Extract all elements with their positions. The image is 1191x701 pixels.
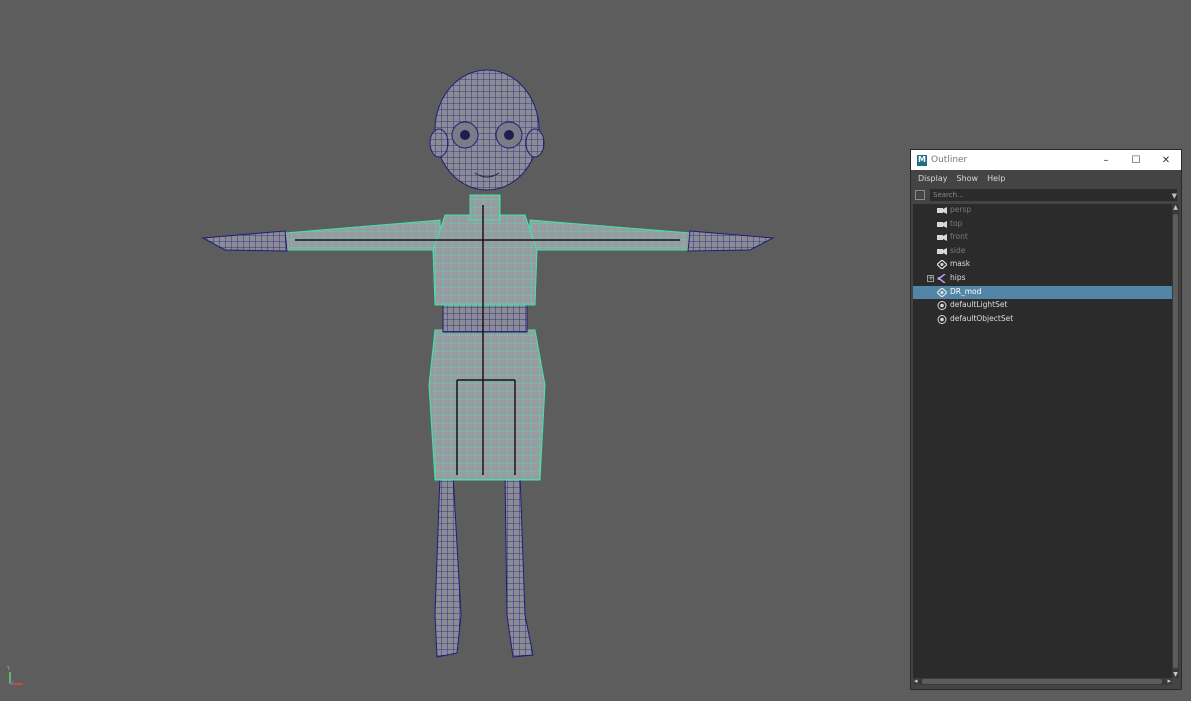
vertical-scrollbar[interactable]: ▲ ▼ [1172,204,1179,678]
scroll-right-icon[interactable]: ▸ [1167,677,1171,685]
outliner-item-label: persp [950,205,972,214]
svg-text:Y: Y [6,666,11,672]
menu-help[interactable]: Help [987,174,1005,183]
outliner-window[interactable]: M Outliner – ☐ ✕ Display Show Help ▼ per… [910,149,1182,690]
horizontal-scroll-thumb[interactable] [922,679,1162,684]
menubar: Display Show Help [911,170,1181,186]
horizontal-scrollbar[interactable]: ◂ ▸ [913,677,1172,685]
camera-icon [937,206,947,215]
outliner-item-label: top [950,218,963,228]
window-title: Outliner [931,155,968,165]
menu-display[interactable]: Display [918,174,948,183]
outliner-item-persp[interactable]: persp [913,204,1172,218]
outliner-item-label: hips [950,272,966,282]
outliner-item-dr-mod[interactable]: DR_mod [913,285,1172,300]
joint-icon [937,273,947,284]
search-dropdown-icon[interactable]: ▼ [1172,192,1177,200]
outliner-item-top[interactable]: top [913,218,1172,232]
transform-icon [936,286,948,298]
search-row [911,188,1181,202]
outliner-item-front[interactable]: front [913,231,1172,245]
camera-icon [937,247,947,256]
outliner-item-label: mask [950,259,971,269]
axis-indicator-icon: Y [6,666,23,685]
character-model[interactable] [195,55,785,665]
vertical-scroll-thumb[interactable] [1173,214,1178,668]
expand-icon[interactable]: + [927,274,934,282]
outliner-item-label: DR_mod [950,286,982,296]
minimize-button[interactable]: – [1091,150,1121,170]
set-icon [937,314,947,324]
outliner-item-label: defaultObjectSet [950,313,1014,323]
set-icon [937,301,947,311]
camera-icon [937,220,947,229]
outliner-item-label: side [950,245,966,255]
transform-icon [936,259,948,271]
outliner-item-hips[interactable]: + hips [913,272,1172,286]
close-button[interactable]: ✕ [1151,150,1181,170]
camera-icon [937,233,947,242]
outliner-titlebar[interactable]: M Outliner – ☐ ✕ [911,150,1181,170]
outliner-item-side[interactable]: side [913,245,1172,259]
menu-show[interactable]: Show [957,174,979,183]
scroll-left-icon[interactable]: ◂ [914,677,918,685]
outliner-item-mask[interactable]: mask [913,258,1172,272]
outliner-item-defaultobjectset[interactable]: defaultObjectSet [913,313,1172,327]
maya-logo-icon: M [917,154,927,166]
maximize-button[interactable]: ☐ [1121,150,1151,170]
scroll-down-icon[interactable]: ▼ [1172,671,1179,678]
filter-icon[interactable] [915,190,925,200]
scroll-up-icon[interactable]: ▲ [1172,204,1179,211]
outliner-item-label: defaultLightSet [950,300,1008,310]
outliner-item-defaultlightset[interactable]: defaultLightSet [913,299,1172,313]
outliner-item-label: front [950,232,968,242]
outliner-tree[interactable]: persp top front side mask + hips DR_mod defaultL… [913,204,1172,678]
search-input[interactable] [930,189,1177,201]
